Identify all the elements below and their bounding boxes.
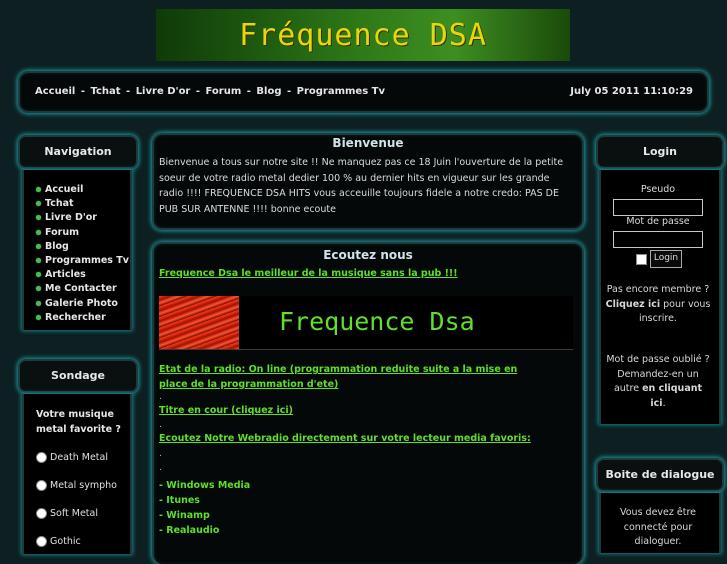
poll-question: Votre musique metal favorite ? <box>36 409 121 435</box>
current-title-link[interactable]: Titre en cour (cliquez ici) <box>159 405 293 416</box>
bullet-icon <box>36 300 41 306</box>
login-header: Login <box>596 135 724 169</box>
welcome-title: Bienvenue <box>332 136 404 150</box>
poll-option-death-metal[interactable]: Death Metal <box>36 452 117 480</box>
player-itunes[interactable]: - Itunes <box>159 493 250 508</box>
menu-accueil[interactable]: Accueil <box>35 86 75 97</box>
logo-stripes <box>159 296 239 349</box>
password-input[interactable] <box>613 231 703 248</box>
menu-forum[interactable]: Forum <box>206 86 242 97</box>
poll-option-gothic[interactable]: Gothic <box>36 536 117 564</box>
menu-livre-dor[interactable]: Livre D'or <box>136 86 191 97</box>
navigation-header: Navigation <box>18 135 138 169</box>
nav-item-blog[interactable]: Blog <box>36 240 129 254</box>
bullet-icon <box>36 187 41 192</box>
password-label: Mot de passe <box>626 216 690 227</box>
nav-item-forum[interactable]: Forum <box>36 226 129 240</box>
dialog-text: Vous devez être connecté pour dialoguer. <box>619 507 697 547</box>
pseudo-label: Pseudo <box>640 184 676 195</box>
poll-option-metal-sympho[interactable]: Metal sympho <box>36 480 117 508</box>
menu-programmes-tv[interactable]: Programmes Tv <box>297 86 385 97</box>
login-button[interactable]: Login <box>650 250 682 268</box>
nav-item-accueil[interactable]: Accueil <box>36 183 129 197</box>
navigation-box: Accueil Tchat Livre D'or Forum Blog Prog… <box>22 170 132 330</box>
bullet-icon <box>36 215 41 221</box>
bullet-icon <box>36 243 41 249</box>
pseudo-input[interactable] <box>613 199 703 216</box>
radio-icon[interactable] <box>36 508 47 519</box>
forgot-password-text: Mot de passe oublié ? Demandez-en un aut… <box>606 354 710 409</box>
poll-options: Death Metal Metal sympho Soft Metal Goth… <box>36 452 117 564</box>
navigation-list: Accueil Tchat Livre D'or Forum Blog Prog… <box>36 183 129 325</box>
webradio-text[interactable]: Ecoutez Notre Webradio directement sur v… <box>159 433 531 444</box>
menu-tchat[interactable]: Tchat <box>90 86 120 97</box>
radio-logo-text: Frequence Dsa <box>279 307 475 336</box>
listen-tagline[interactable]: Frequence Dsa le meilleur de la musique … <box>159 268 458 279</box>
radio-icon[interactable] <box>36 480 47 491</box>
banner-title: Fréquence DSA <box>239 17 487 53</box>
spacer-dot: . <box>159 392 162 402</box>
listen-title: Ecoutez nous <box>323 248 413 262</box>
forgot-password-link[interactable]: en cliquant ici <box>642 383 702 409</box>
site-banner: Fréquence DSA <box>156 9 570 61</box>
bullet-icon <box>36 257 41 263</box>
register-link[interactable]: Cliquez ici <box>606 299 660 310</box>
navigation-title: Navigation <box>44 145 112 158</box>
nav-item-programmes-tv[interactable]: Programmes Tv <box>36 254 129 268</box>
player-realaudio[interactable]: - Realaudio <box>159 523 250 538</box>
bullet-icon <box>36 286 41 292</box>
bullet-icon <box>36 229 41 235</box>
spacer-dot: . <box>159 463 162 473</box>
poll-box: Votre musique metal favorite ? Death Met… <box>22 394 132 554</box>
top-menu-bar: Accueil - Tchat - Livre D'or - Forum - B… <box>18 71 709 113</box>
login-title: Login <box>642 145 678 158</box>
nav-item-galerie-photo[interactable]: Galerie Photo <box>36 297 129 311</box>
radio-icon[interactable] <box>36 452 47 463</box>
dialog-header: Boite de dialogue <box>596 458 724 492</box>
player-list: - Windows Media - Itunes - Winamp - Real… <box>159 478 250 538</box>
welcome-text: Bienvenue a tous sur notre site !! Ne ma… <box>159 157 564 215</box>
nav-item-me-contacter[interactable]: Me Contacter <box>36 282 129 296</box>
remember-checkbox[interactable] <box>636 254 647 265</box>
player-winamp[interactable]: - Winamp <box>159 508 250 523</box>
dialog-title: Boite de dialogue <box>605 468 715 481</box>
spacer-dot: . <box>159 420 162 430</box>
top-menu: Accueil - Tchat - Livre D'or - Forum - B… <box>35 86 385 97</box>
nav-item-livre-dor[interactable]: Livre D'or <box>36 211 129 225</box>
radio-status[interactable]: Etat de la radio: On line (programmation… <box>159 362 539 392</box>
nav-item-articles[interactable]: Articles <box>36 268 129 282</box>
bullet-icon <box>36 314 41 320</box>
spacer-dot: . <box>159 449 162 459</box>
date-time: July 05 2011 11:10:29 <box>570 86 693 97</box>
poll-title: Sondage <box>51 369 105 382</box>
player-windows-media[interactable]: - Windows Media <box>159 478 250 493</box>
bullet-icon <box>36 201 41 207</box>
nav-item-tchat[interactable]: Tchat <box>36 197 129 211</box>
poll-option-soft-metal[interactable]: Soft Metal <box>36 508 117 536</box>
menu-blog[interactable]: Blog <box>256 86 281 97</box>
poll-header: Sondage <box>18 359 138 393</box>
radio-logo: Frequence Dsa <box>159 296 573 350</box>
bullet-icon <box>36 272 41 278</box>
radio-icon[interactable] <box>36 536 47 547</box>
nav-item-rechercher[interactable]: Rechercher <box>36 311 129 325</box>
register-text: Pas encore membre ? Cliquez ici pour vou… <box>605 284 711 324</box>
